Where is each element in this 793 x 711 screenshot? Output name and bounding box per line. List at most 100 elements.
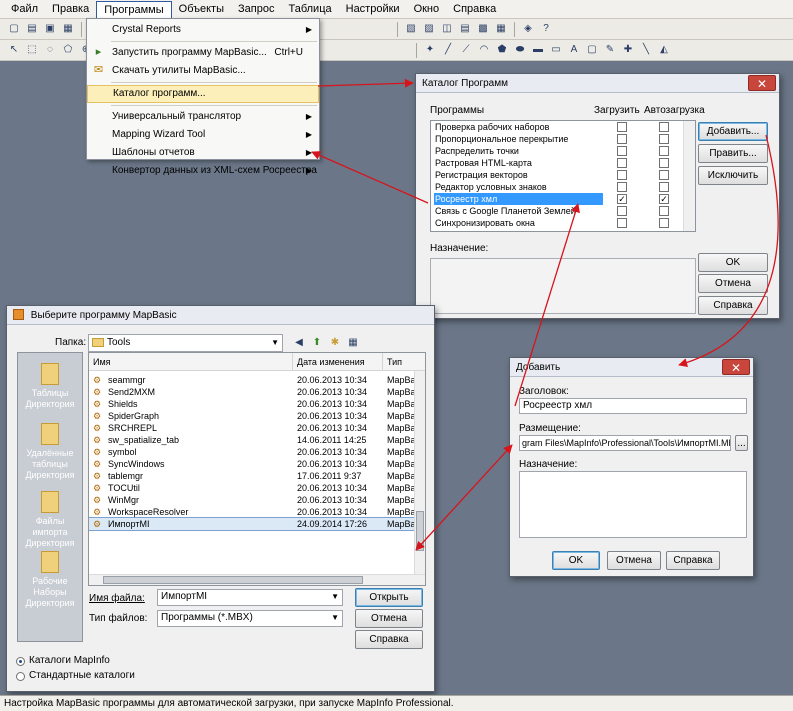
place-workspaces-dir[interactable]: Рабочие Наборы Директория	[18, 551, 82, 609]
autoload-checkbox[interactable]	[659, 146, 669, 156]
name-column-header[interactable]: Имя	[89, 353, 293, 371]
program-list-item[interactable]: Связь с Google Планетой Землей	[431, 205, 695, 217]
cancel-button[interactable]: Отмена	[355, 609, 423, 628]
load-checkbox[interactable]	[617, 170, 627, 180]
file-list-horizontal-scrollbar[interactable]	[89, 574, 425, 585]
menu-item-download-utilities[interactable]: ✉ Скачать утилиты MapBasic...	[87, 62, 319, 80]
frame-icon[interactable]: ▢	[584, 42, 600, 58]
symbol-icon[interactable]: ✦	[422, 42, 438, 58]
heading-input[interactable]: Росреестр хмл	[519, 398, 747, 414]
menu-item-mapping-wizard[interactable]: Mapping Wizard Tool ▶	[87, 126, 319, 144]
view-menu-icon[interactable]: ▦	[345, 335, 361, 351]
run-icon[interactable]: ◈	[520, 21, 536, 37]
up-folder-icon[interactable]: ⬆	[309, 335, 325, 351]
help-button[interactable]: Справка	[666, 551, 720, 570]
file-row[interactable]: ⚙ symbol 20.06.2013 10:34 MapBa	[89, 446, 416, 458]
add-button[interactable]: Добавить...	[698, 122, 768, 141]
load-checkbox[interactable]	[617, 206, 627, 216]
file-row[interactable]: ⚙ WorkspaceResolver 20.06.2013 10:34 MapBa	[89, 506, 416, 518]
add-node-icon[interactable]: ✚	[620, 42, 636, 58]
load-checkbox[interactable]	[617, 146, 627, 156]
autoload-checkbox[interactable]	[659, 206, 669, 216]
autoload-checkbox[interactable]: ✓	[659, 194, 669, 204]
autoload-checkbox[interactable]	[659, 122, 669, 132]
place-tables-dir[interactable]: Таблицы Директория	[18, 363, 82, 410]
open-icon[interactable]: ▤	[24, 21, 40, 37]
menu-item-program-catalog[interactable]: Каталог программ...	[87, 85, 319, 103]
edit-button[interactable]: Править...	[698, 144, 768, 163]
type-column-header[interactable]: Тип	[383, 353, 425, 371]
file-row[interactable]: ⚙ WinMgr 20.06.2013 10:34 MapBa	[89, 494, 416, 506]
autoload-checkbox[interactable]	[659, 134, 669, 144]
file-row[interactable]: ⚙ Shields 20.06.2013 10:34 MapBa	[89, 398, 416, 410]
program-list-item[interactable]: Синхронизировать окна	[431, 217, 695, 229]
program-list[interactable]: Проверка рабочих наборов Пропорциональное…	[430, 120, 696, 232]
help-button[interactable]: Справка	[698, 296, 768, 315]
line-icon[interactable]: ╱	[440, 42, 456, 58]
marquee-select-icon[interactable]: ⬚	[24, 42, 40, 58]
ellipse-icon[interactable]: ⬬	[512, 42, 528, 58]
help-button[interactable]: Справка	[355, 630, 423, 649]
program-list-item[interactable]: Редактор условных знаков	[431, 181, 695, 193]
load-checkbox[interactable]: ✓	[617, 194, 627, 204]
program-list-item[interactable]: Регистрация векторов	[431, 169, 695, 181]
cancel-button[interactable]: Отмена	[698, 274, 768, 293]
program-list-item[interactable]: Распределить точки	[431, 145, 695, 157]
new-icon[interactable]: ▢	[6, 21, 22, 37]
radio-standard-catalogs[interactable]	[16, 672, 25, 681]
file-row[interactable]: ⚙ TOCUtil 20.06.2013 10:34 MapBa	[89, 482, 416, 494]
browser-icon[interactable]: ▤	[457, 21, 473, 37]
place-remote-tables-dir[interactable]: Удалённые таблицы Директория	[18, 423, 82, 481]
autoload-checkbox[interactable]	[659, 218, 669, 228]
close-icon[interactable]: ✕	[748, 75, 776, 91]
menu-settings[interactable]: Настройки	[339, 1, 407, 17]
file-row[interactable]: ⚙ tablemgr 17.06.2011 9:37 MapBa	[89, 470, 416, 482]
file-row[interactable]: ⚙ seammgr 20.06.2013 10:34 MapBa	[89, 374, 416, 386]
filetype-select[interactable]: Программы (*.MBX) ▼	[157, 610, 343, 627]
file-list-vertical-scrollbar[interactable]	[414, 371, 425, 575]
arc-icon[interactable]: ◠	[476, 42, 492, 58]
file-row[interactable]: ⚙ Send2MXM 20.06.2013 10:34 MapBa	[89, 386, 416, 398]
menu-item-crystal-reports[interactable]: Crystal Reports ▶	[87, 21, 319, 39]
menu-item-universal-translator[interactable]: Универсальный транслятор ▶	[87, 108, 319, 126]
window-icon[interactable]: ▨	[421, 21, 437, 37]
ok-button[interactable]: OK	[552, 551, 600, 570]
file-row[interactable]: ⚙ sw_spatialize_tab 14.06.2011 14:25 MapBa	[89, 434, 416, 446]
autoload-checkbox[interactable]	[659, 170, 669, 180]
print-icon[interactable]: ▦	[60, 21, 76, 37]
polygon-icon[interactable]: ⬟	[494, 42, 510, 58]
location-input[interactable]: gram Files\MapInfo\Professional\Tools\Им…	[519, 435, 731, 451]
map-icon[interactable]: ◫	[439, 21, 455, 37]
text-icon[interactable]: A	[566, 42, 582, 58]
file-row[interactable]: ⚙ SpiderGraph 20.06.2013 10:34 MapBa	[89, 410, 416, 422]
menu-item-xml-converter[interactable]: Конвертор данных из XML-схем Росреестра …	[87, 162, 319, 180]
radius-select-icon[interactable]: ◌	[42, 42, 58, 58]
menu-window[interactable]: Окно	[407, 1, 447, 17]
menu-edit[interactable]: Правка	[45, 1, 96, 17]
rectangle-icon[interactable]: ▬	[530, 42, 546, 58]
graph-icon[interactable]: ▩	[475, 21, 491, 37]
autoload-checkbox[interactable]	[659, 158, 669, 168]
help-icon[interactable]: ?	[538, 21, 554, 37]
program-list-item[interactable]: Растровая HTML-карта	[431, 157, 695, 169]
folder-select[interactable]: Tools ▼	[88, 334, 283, 352]
new-folder-icon[interactable]: ✱	[327, 335, 343, 351]
load-checkbox[interactable]	[617, 218, 627, 228]
radio-mapinfo-catalogs[interactable]	[16, 657, 25, 666]
menu-item-report-templates[interactable]: Шаблоны отчетов ▶	[87, 144, 319, 162]
region-style-icon[interactable]: ◭	[656, 42, 672, 58]
place-import-files-dir[interactable]: Файлы импорта Директория	[18, 491, 82, 549]
filename-input[interactable]: ИмпортMI ▼	[157, 589, 343, 606]
load-checkbox[interactable]	[617, 134, 627, 144]
close-icon[interactable]: ✕	[722, 359, 750, 375]
layout-icon[interactable]: ▦	[493, 21, 509, 37]
rounded-rectangle-icon[interactable]: ▭	[548, 42, 564, 58]
purpose-textarea[interactable]	[519, 471, 747, 538]
menu-objects[interactable]: Объекты	[172, 1, 231, 17]
exclude-button[interactable]: Исключить	[698, 166, 768, 185]
reshape-icon[interactable]: ✎	[602, 42, 618, 58]
browse-button[interactable]: ...	[735, 435, 748, 451]
program-list-item[interactable]: Росреестр хмл ✓ ✓	[431, 193, 695, 205]
ok-button[interactable]: OK	[698, 253, 768, 272]
open-button[interactable]: Открыть	[355, 588, 423, 607]
